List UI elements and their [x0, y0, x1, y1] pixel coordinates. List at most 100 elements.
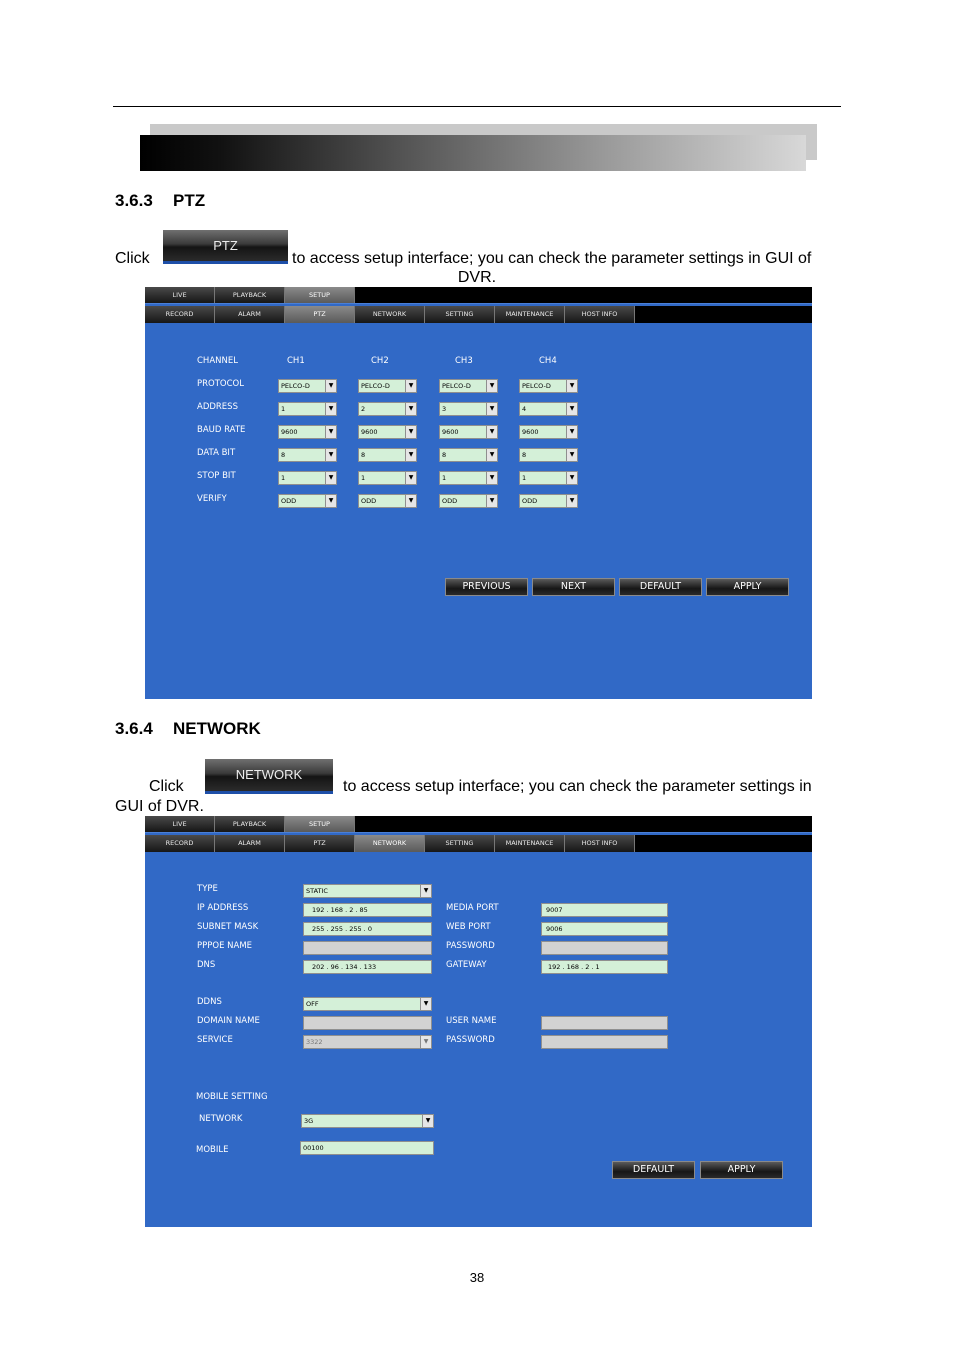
data-bit-select-ch2[interactable]: 8 ▼ — [358, 448, 417, 462]
baud-rate-select-ch3[interactable]: 9600 ▼ — [439, 425, 498, 439]
mobile-field[interactable]: 00100 — [300, 1141, 434, 1155]
default-button[interactable]: DEFAULT — [619, 578, 702, 596]
chevron-down-icon: ▼ — [325, 380, 336, 392]
web-port-field[interactable]: 9006 — [541, 922, 668, 936]
tab-host-info[interactable]: HOST INFO — [565, 835, 635, 852]
service-select[interactable]: 3322 ▼ — [303, 1035, 432, 1049]
tab-alarm[interactable]: ALARM — [215, 835, 285, 852]
mobile-network-select[interactable]: 3G ▼ — [301, 1114, 434, 1128]
data-bit-select-ch1[interactable]: 8 ▼ — [278, 448, 337, 462]
select-value: 1 — [522, 474, 527, 482]
tab-alarm[interactable]: ALARM — [215, 306, 285, 323]
tab-network[interactable]: NETWORK — [355, 835, 425, 852]
address-select-ch2[interactable]: 2 ▼ — [358, 402, 417, 416]
previous-button[interactable]: PREVIOUS — [445, 578, 528, 596]
chevron-down-icon: ▼ — [486, 449, 497, 461]
verify-select-ch4[interactable]: ODD ▼ — [519, 494, 578, 508]
apply-button[interactable]: APPLY — [706, 578, 789, 596]
password2-field[interactable] — [541, 1035, 668, 1049]
tab-ptz[interactable]: PTZ — [285, 306, 355, 323]
ddns-select[interactable]: OFF ▼ — [303, 997, 432, 1011]
stop-bit-select-ch4[interactable]: 1 ▼ — [519, 471, 578, 485]
pppoe-name-label: PPPOE NAME — [197, 941, 253, 951]
baud-rate-select-ch2[interactable]: 9600 ▼ — [358, 425, 417, 439]
chevron-down-icon: ▼ — [420, 1036, 431, 1048]
select-value: PELCO-D — [442, 382, 471, 390]
chevron-down-icon: ▼ — [566, 426, 577, 438]
tab-host-info[interactable]: HOST INFO — [565, 306, 635, 323]
channel-header-ch2: CH2 — [371, 356, 389, 366]
stop-bit-select-ch3[interactable]: 1 ▼ — [439, 471, 498, 485]
verify-select-ch3[interactable]: ODD ▼ — [439, 494, 498, 508]
address-select-ch3[interactable]: 3 ▼ — [439, 402, 498, 416]
verify-label: VERIFY — [197, 494, 227, 504]
default-button[interactable]: DEFAULT — [612, 1161, 695, 1179]
select-value: ODD — [281, 497, 297, 505]
tab-setting[interactable]: SETTING — [425, 306, 495, 323]
tab-ptz[interactable]: PTZ — [285, 835, 355, 852]
select-value: 9600 — [281, 428, 298, 436]
address-select-ch4[interactable]: 4 ▼ — [519, 402, 578, 416]
banner-front — [140, 135, 806, 171]
protocol-select-ch4[interactable]: PELCO-D ▼ — [519, 379, 578, 393]
protocol-select-ch2[interactable]: PELCO-D ▼ — [358, 379, 417, 393]
chevron-down-icon: ▼ — [486, 403, 497, 415]
sub-tab-bar: RECORD ALARM PTZ NETWORK SETTING MAINTEN… — [145, 835, 812, 852]
tab-maintenance[interactable]: MAINTENANCE — [495, 306, 565, 323]
tab-live[interactable]: LIVE — [145, 287, 215, 303]
chevron-down-icon: ▼ — [405, 449, 416, 461]
select-value: 4 — [522, 405, 527, 413]
verify-select-ch2[interactable]: ODD ▼ — [358, 494, 417, 508]
tab-playback[interactable]: PLAYBACK — [215, 816, 285, 832]
stop-bit-label: STOP BIT — [197, 471, 236, 481]
protocol-select-ch3[interactable]: PELCO-D ▼ — [439, 379, 498, 393]
tab-record[interactable]: RECORD — [145, 835, 215, 852]
subnet-mask-label: SUBNET MASK — [197, 922, 259, 932]
select-value: STATIC — [306, 887, 328, 895]
tab-setting[interactable]: SETTING — [425, 835, 495, 852]
baud-rate-select-ch4[interactable]: 9600 ▼ — [519, 425, 578, 439]
data-bit-label: DATA BIT — [197, 448, 236, 458]
chevron-down-icon: ▼ — [420, 998, 431, 1010]
chevron-down-icon: ▼ — [325, 495, 336, 507]
baud-rate-select-ch1[interactable]: 9600 ▼ — [278, 425, 337, 439]
gateway-field[interactable]: 192 . 168 . 2 . 1 — [541, 960, 668, 974]
tab-live[interactable]: LIVE — [145, 816, 215, 832]
user-name-label: USER NAME — [446, 1016, 497, 1026]
apply-button[interactable]: APPLY — [700, 1161, 783, 1179]
protocol-select-ch1[interactable]: PELCO-D ▼ — [278, 379, 337, 393]
channel-header-ch1: CH1 — [287, 356, 305, 366]
para-click: Click — [149, 778, 184, 795]
pppoe-name-field[interactable] — [303, 941, 432, 955]
dns-field[interactable]: 202 . 96 . 134 . 133 — [303, 960, 432, 974]
verify-select-ch1[interactable]: ODD ▼ — [278, 494, 337, 508]
subnet-mask-field[interactable]: 255 . 255 . 255 . 0 — [303, 922, 432, 936]
tab-network[interactable]: NETWORK — [355, 306, 425, 323]
select-value: 9600 — [442, 428, 459, 436]
chevron-down-icon: ▼ — [325, 472, 336, 484]
tab-playback[interactable]: PLAYBACK — [215, 287, 285, 303]
tab-setup[interactable]: SETUP — [285, 816, 355, 832]
tab-record[interactable]: RECORD — [145, 306, 215, 323]
type-select[interactable]: STATIC ▼ — [303, 884, 432, 898]
section-heading-ptz: 3.6.3 PTZ — [115, 191, 205, 211]
mobile-setting-label: MOBILE SETTING — [196, 1092, 268, 1102]
media-port-field[interactable]: 9007 — [541, 903, 668, 917]
tab-maintenance[interactable]: MAINTENANCE — [495, 835, 565, 852]
tab-setup[interactable]: SETUP — [285, 287, 355, 303]
next-button[interactable]: NEXT — [532, 578, 615, 596]
address-select-ch1[interactable]: 1 ▼ — [278, 402, 337, 416]
stop-bit-select-ch1[interactable]: 1 ▼ — [278, 471, 337, 485]
stop-bit-select-ch2[interactable]: 1 ▼ — [358, 471, 417, 485]
address-label: ADDRESS — [197, 402, 238, 412]
user-name-field[interactable] — [541, 1016, 668, 1030]
select-value: 3322 — [306, 1038, 323, 1046]
protocol-label: PROTOCOL — [197, 379, 244, 389]
data-bit-select-ch3[interactable]: 8 ▼ — [439, 448, 498, 462]
select-value: 1 — [361, 474, 366, 482]
ip-address-field[interactable]: 192 . 168 . 2 . 85 — [303, 903, 432, 917]
web-port-label: WEB PORT — [446, 922, 491, 932]
domain-name-field[interactable] — [303, 1016, 432, 1030]
password-field[interactable] — [541, 941, 668, 955]
data-bit-select-ch4[interactable]: 8 ▼ — [519, 448, 578, 462]
